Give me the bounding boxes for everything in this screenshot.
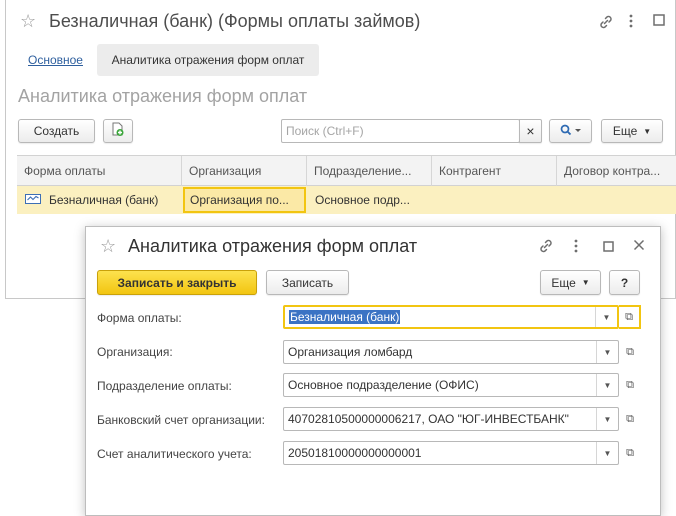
dialog-maximize-icon[interactable] [601,240,615,254]
dialog-favorite-star-icon[interactable]: ☆ [100,237,116,255]
dialog-more-label: Еще [551,275,576,290]
create-button[interactable]: Создать [18,119,95,143]
payment-form-icon [25,193,41,207]
tab-main[interactable]: Основное [28,53,83,67]
search-options-button[interactable] [549,119,592,143]
save-and-close-button[interactable]: Записать и закрыть [97,270,257,295]
bank-account-dropdown-icon[interactable]: ▼ [596,408,618,430]
row-cell-department: Основное подр... [315,186,432,214]
search-placeholder: Поиск (Ctrl+F) [286,124,364,138]
row-cell-organization[interactable]: Организация по... [183,187,306,213]
analytics-account-open-icon[interactable]: ⧉ [619,441,641,465]
search-clear-button[interactable]: × [519,119,542,143]
row-cell-contract [564,186,674,214]
department-dropdown-icon[interactable]: ▼ [596,374,618,396]
link-icon[interactable] [597,14,615,32]
save-and-close-label: Записать и закрыть [117,275,237,290]
payment-form-value-wrap: Безналичная (банк) [285,310,595,324]
organization-dropdown-icon[interactable]: ▼ [596,341,618,363]
payment-form-dropdown-icon[interactable]: ▼ [595,307,617,327]
search-icon [560,124,582,139]
table-header: Форма оплаты Организация Подразделение..… [17,155,676,186]
copy-button[interactable] [103,119,133,143]
search-input[interactable]: Поиск (Ctrl+F) [281,119,520,143]
dialog-more-button[interactable]: Еще ▼ [540,270,601,295]
tab-analytics-label: Аналитика отражения форм оплат [111,53,305,67]
maximize-icon[interactable] [651,14,667,28]
clear-icon: × [526,123,535,139]
row-department-text: Основное подр... [315,193,410,207]
create-button-label: Создать [33,124,80,138]
save-button-label: Записать [281,275,334,290]
column-header-counterparty[interactable]: Контрагент [432,156,557,186]
organization-open-icon[interactable]: ⧉ [619,340,641,364]
more-button-label: Еще [612,124,638,138]
row-form-text: Безналичная (банк) [49,193,159,207]
row-organization-text: Организация по... [190,193,289,207]
bank-account-label: Банковский счет организации: [97,413,265,427]
tab-analytics[interactable]: Аналитика отражения форм оплат [97,44,319,76]
bank-account-open-icon[interactable]: ⧉ [619,407,641,431]
chevron-down-icon: ▼ [643,126,652,136]
department-label: Подразделение оплаты: [97,379,232,393]
row-cell-form: Безналичная (банк) [25,186,180,214]
favorite-star-icon[interactable]: ☆ [20,12,36,30]
payment-form-label: Форма оплаты: [97,311,182,325]
section-title: Аналитика отражения форм оплат [18,86,308,106]
bank-account-value: 40702810500000006217, ОАО "ЮГ-ИНВЕСТБАНК… [288,412,569,426]
dialog-more-vertical-icon[interactable] [571,239,581,255]
organization-field[interactable]: Организация ломбард ▼ [283,340,619,364]
payment-form-value: Безналичная (банк) [289,310,401,324]
window-title: Безналичная (банк) (Формы оплаты займов) [49,11,421,31]
analytics-account-value: 20501810000000000001 [288,446,422,460]
dialog-link-icon[interactable] [537,238,555,256]
help-icon: ? [620,275,629,290]
analytics-account-label: Счет аналитического учета: [97,447,252,461]
save-button[interactable]: Записать [266,270,349,295]
organization-label: Организация: [97,345,173,359]
table-row[interactable]: Безналичная (банк) Организация по... Осн… [17,186,676,214]
department-value: Основное подразделение (ОФИС) [288,378,479,392]
row-cell-counterparty [439,186,556,214]
analytics-account-field[interactable]: 20501810000000000001 ▼ [283,441,619,465]
dialog-chevron-down-icon: ▼ [581,278,590,287]
payment-form-field[interactable]: Безналичная (банк) ▼ [283,305,619,329]
column-header-department[interactable]: Подразделение... [307,156,432,186]
dialog-close-icon[interactable] [632,239,646,253]
more-button[interactable]: Еще ▼ [601,119,663,143]
copy-add-icon [111,122,125,140]
department-open-icon[interactable]: ⧉ [619,373,641,397]
column-header-organization[interactable]: Организация [182,156,307,186]
column-header-form[interactable]: Форма оплаты [17,156,182,186]
department-field[interactable]: Основное подразделение (ОФИС) ▼ [283,373,619,397]
more-vertical-icon[interactable] [626,14,636,30]
organization-value: Организация ломбард [288,345,413,359]
dialog-title: Аналитика отражения форм оплат [128,236,418,256]
help-button[interactable]: ? [609,270,640,295]
analytics-account-dropdown-icon[interactable]: ▼ [596,442,618,464]
payment-form-open-icon[interactable]: ⧉ [619,305,641,329]
column-header-contract[interactable]: Договор контра... [557,156,676,186]
bank-account-field[interactable]: 40702810500000006217, ОАО "ЮГ-ИНВЕСТБАНК… [283,407,619,431]
